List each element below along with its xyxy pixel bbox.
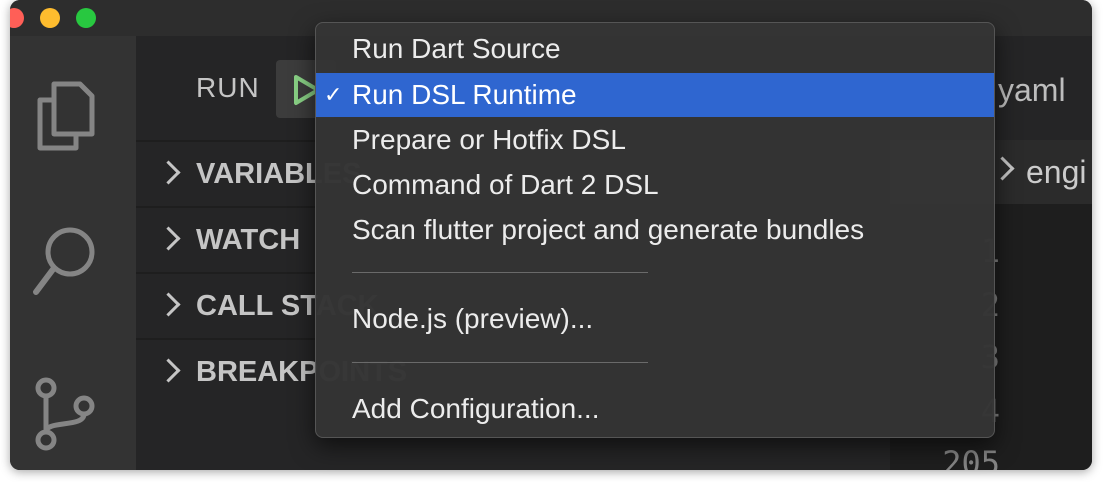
menu-item-command-of-dart-2-dsl[interactable]: Command of Dart 2 DSL [316, 163, 994, 207]
run-label: RUN [196, 72, 260, 103]
menu-item-scan-flutter-project[interactable]: Scan flutter project and generate bundle… [316, 208, 994, 252]
section-title: WATCH [196, 224, 301, 256]
menu-item-label: Run Dart Source [352, 33, 561, 64]
activity-bar [10, 36, 136, 470]
breadcrumb-item[interactable]: engi [1026, 154, 1087, 191]
editor-tab[interactable]: yaml [998, 72, 1066, 109]
menu-item-label: Scan flutter project and generate bundle… [352, 214, 865, 245]
explorer-icon[interactable] [30, 76, 100, 156]
chevron-right-icon [156, 160, 181, 185]
menu-item-nodejs-preview[interactable]: Node.js (preview)... [316, 297, 994, 341]
menu-item-label: Run DSL Runtime [352, 79, 577, 110]
zoom-window-button[interactable] [76, 8, 96, 28]
menu-item-prepare-or-hotfix-dsl[interactable]: Prepare or Hotfix DSL [316, 118, 994, 162]
menu-item-label: Node.js (preview)... [352, 303, 594, 334]
chevron-right-icon [156, 226, 181, 251]
line-number: 205 [942, 444, 1000, 470]
source-control-icon[interactable] [30, 376, 100, 456]
menu-item-run-dart-source[interactable]: Run Dart Source [316, 27, 994, 71]
chevron-right-icon [156, 292, 181, 317]
menu-item-label: Add Configuration... [352, 393, 600, 424]
menu-item-label: Command of Dart 2 DSL [352, 169, 659, 200]
search-icon[interactable] [30, 220, 100, 300]
menu-item-label: Prepare or Hotfix DSL [352, 124, 626, 155]
menu-item-add-configuration[interactable]: Add Configuration... [316, 387, 994, 431]
menu-item-run-dsl-runtime[interactable]: ✓ Run DSL Runtime [316, 73, 994, 117]
chevron-right-icon [156, 358, 181, 383]
menu-separator [352, 362, 648, 363]
checkmark-icon: ✓ [324, 82, 343, 107]
menu-separator [352, 272, 648, 273]
close-window-button[interactable] [10, 8, 24, 28]
minimize-window-button[interactable] [40, 8, 60, 28]
launch-configuration-menu: Run Dart Source ✓ Run DSL Runtime Prepar… [315, 22, 995, 438]
